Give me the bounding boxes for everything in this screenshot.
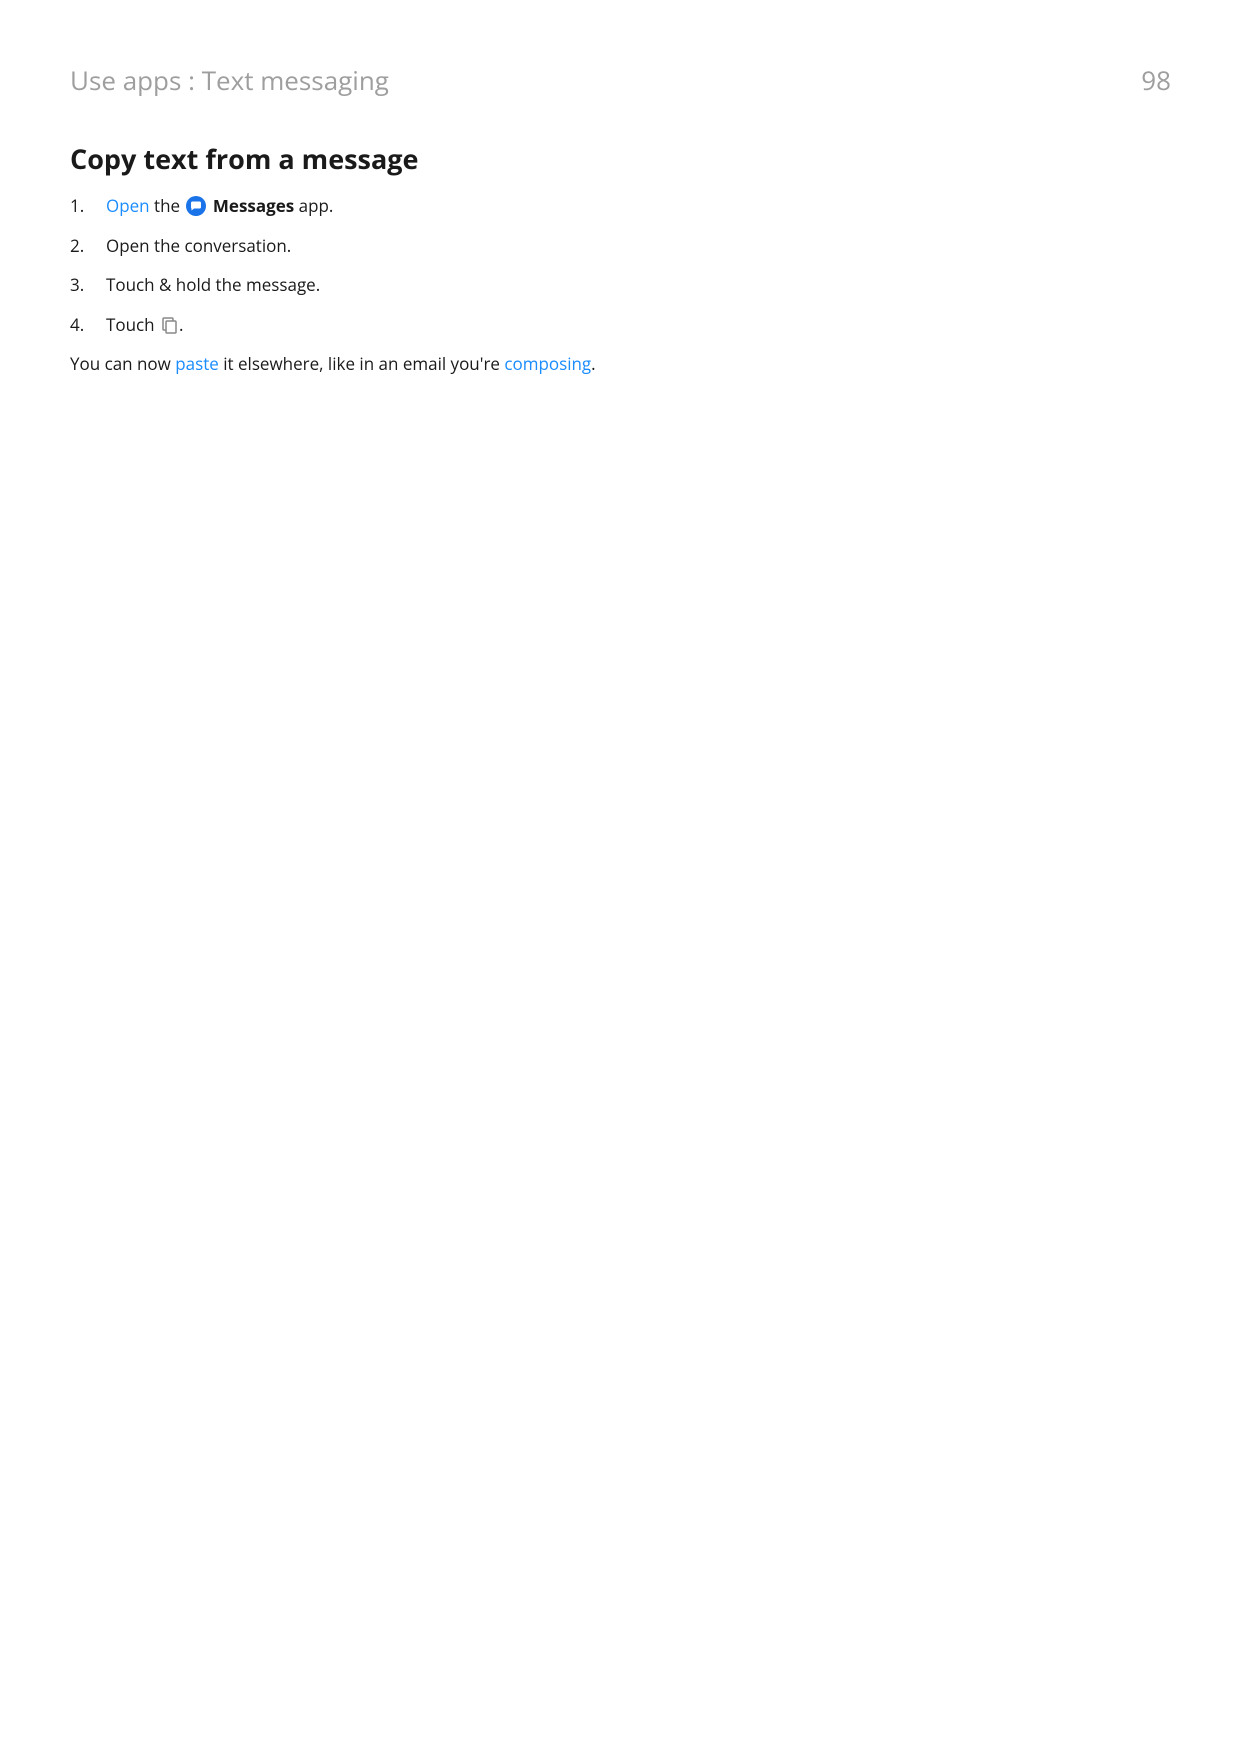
step-1-text-after: app. <box>294 194 333 217</box>
step-3: Touch & hold the message. <box>70 272 1171 298</box>
step-1: Open the Messages app. <box>70 193 1171 219</box>
closing-text-1: You can now <box>70 352 175 375</box>
breadcrumb: Use apps : Text messaging <box>70 62 389 98</box>
step-4-text-before: Touch <box>106 313 159 336</box>
step-4-text-after: . <box>179 313 183 336</box>
app-name: Messages <box>213 194 294 217</box>
section-title: Copy text from a message <box>70 140 1171 177</box>
messages-app-icon <box>186 196 206 216</box>
step-2: Open the conversation. <box>70 233 1171 259</box>
steps-list: Open the Messages app. Open the conversa… <box>70 193 1171 337</box>
step-4: Touch . <box>70 312 1171 338</box>
step-1-text-before: the <box>150 194 185 217</box>
content-area: Copy text from a message Open the Messag… <box>70 140 1171 377</box>
closing-text-2: it elsewhere, like in an email you're <box>219 352 505 375</box>
page-number: 98 <box>1141 62 1171 98</box>
closing-paragraph: You can now paste it elsewhere, like in … <box>70 351 1171 377</box>
open-link[interactable]: Open <box>106 194 150 217</box>
paste-link[interactable]: paste <box>175 352 219 375</box>
composing-link[interactable]: composing <box>504 352 591 375</box>
page-header: Use apps : Text messaging 98 <box>70 62 1171 98</box>
copy-icon <box>160 315 178 333</box>
closing-text-3: . <box>591 352 595 375</box>
